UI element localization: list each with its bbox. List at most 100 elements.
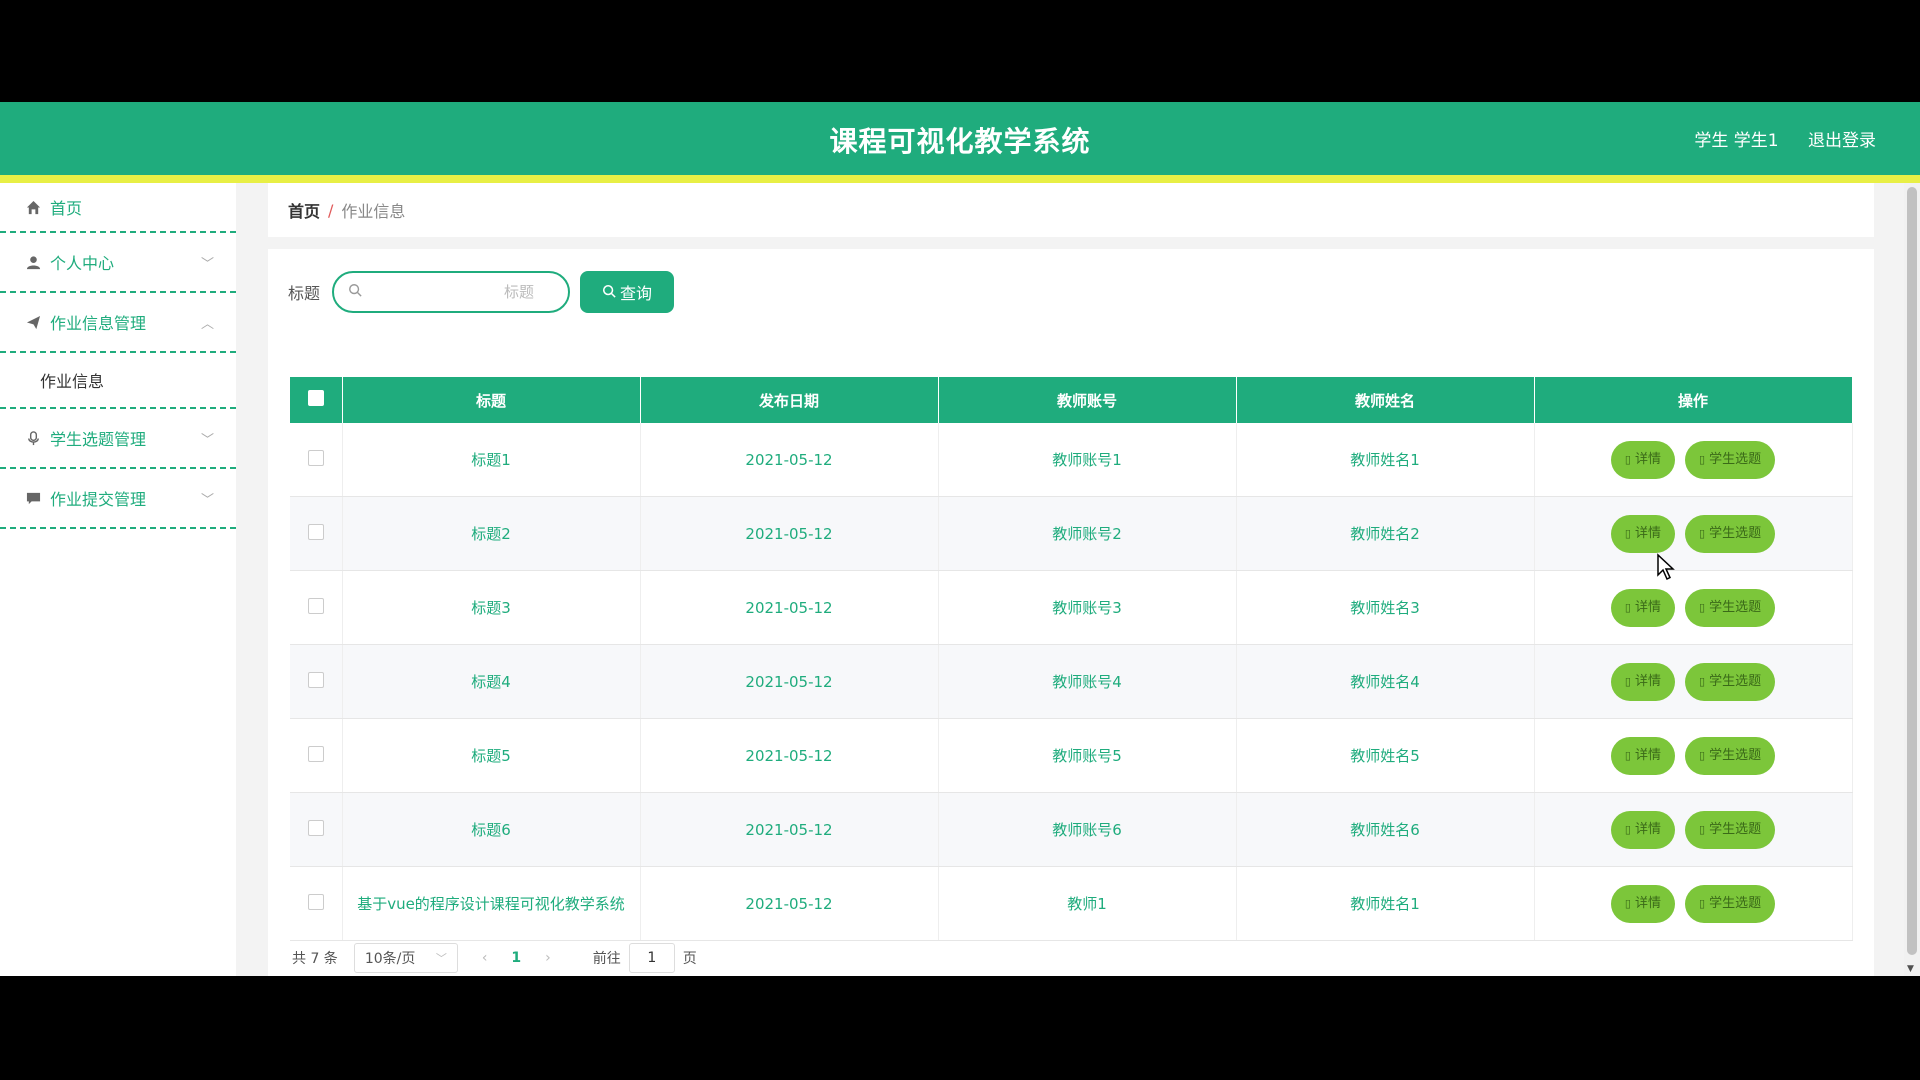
detail-button-label: 详情	[1634, 451, 1661, 467]
select-all-checkbox[interactable]	[307, 390, 324, 406]
teacher-account-cell: 教师账号2	[938, 496, 1237, 571]
actions-cell: ▯ 详情 ▯ 学生选题	[1534, 496, 1853, 571]
date-cell: 2021-05-12	[640, 570, 939, 645]
student-topic-button[interactable]: ▯ 学生选题	[1685, 514, 1776, 553]
detail-button[interactable]: ▯ 详情	[1610, 514, 1675, 553]
sidebar-subitem-homework-info[interactable]: 作业信息	[0, 353, 236, 409]
title-cell: 标题2	[342, 496, 641, 571]
scrollbar[interactable]: ▼	[1904, 183, 1920, 976]
column-header[interactable]: 教师姓名	[1236, 377, 1535, 423]
teacher-name-cell: 教师姓名4	[1236, 644, 1535, 719]
search-icon	[348, 283, 362, 301]
breadcrumb-home[interactable]: 首页	[288, 198, 320, 222]
query-button-label: 查询	[620, 284, 653, 303]
actions-cell: ▯ 详情 ▯ 学生选题	[1534, 866, 1853, 941]
row-checkbox[interactable]	[307, 819, 324, 836]
scrollbar-thumb[interactable]	[1907, 187, 1917, 955]
detail-button[interactable]: ▯ 详情	[1610, 440, 1675, 479]
detail-button[interactable]: ▯ 详情	[1610, 884, 1675, 923]
sidebar-item-label: 作业提交管理	[50, 490, 147, 509]
column-header[interactable]: 标题	[342, 377, 641, 423]
teacher-name-cell: 教师姓名6	[1236, 792, 1535, 867]
detail-button[interactable]: ▯ 详情	[1610, 736, 1675, 775]
search-input[interactable]	[362, 282, 537, 302]
student-topic-button-label: 学生选题	[1709, 895, 1762, 911]
user-icon	[24, 253, 42, 271]
student-topic-button[interactable]: ▯ 学生选题	[1685, 736, 1776, 775]
sidebar-item-label: 学生选题管理	[50, 430, 147, 449]
table-row: 标题4 2021-05-12 教师账号4 教师姓名4 ▯ 详情 ▯ 学生选题	[290, 644, 1853, 719]
select-all-cell	[290, 377, 343, 423]
table-row: 标题6 2021-05-12 教师账号6 教师姓名6 ▯ 详情 ▯ 学生选题	[290, 792, 1853, 867]
row-checkbox[interactable]	[307, 671, 324, 688]
query-button[interactable]: 查询	[580, 271, 675, 313]
row-checkbox[interactable]	[307, 449, 324, 466]
student-topic-button-label: 学生选题	[1709, 599, 1762, 615]
date-cell: 2021-05-12	[640, 644, 939, 719]
actions-cell: ▯ 详情 ▯ 学生选题	[1534, 570, 1853, 645]
student-topic-button[interactable]: ▯ 学生选题	[1685, 440, 1776, 479]
sidebar-item-personal-center[interactable]: 个人中心 ﹀	[0, 233, 236, 293]
teacher-account-cell: 教师账号3	[938, 570, 1237, 645]
date-cell: 2021-05-12	[640, 792, 939, 867]
column-header[interactable]: 教师账号	[938, 377, 1237, 423]
logout-link[interactable]: 退出登录	[1808, 131, 1876, 151]
sidebar-item-home[interactable]: 首页	[0, 183, 236, 233]
current-user: 学生 学生1	[1694, 131, 1779, 151]
sidebar-item-label: 个人中心	[50, 254, 115, 273]
student-topic-button-label: 学生选题	[1709, 821, 1762, 837]
detail-button-label: 详情	[1634, 599, 1661, 615]
row-checkbox[interactable]	[307, 745, 324, 762]
detail-button[interactable]: ▯ 详情	[1610, 810, 1675, 849]
document-icon: ▯	[1624, 452, 1631, 466]
row-checkbox-cell	[290, 423, 343, 497]
student-topic-button[interactable]: ▯ 学生选题	[1685, 662, 1776, 701]
date-cell: 2021-05-12	[640, 423, 939, 497]
breadcrumb-separator: /	[328, 200, 334, 220]
document-icon: ▯	[1699, 896, 1706, 910]
student-topic-button[interactable]: ▯ 学生选题	[1685, 810, 1776, 849]
row-checkbox-cell	[290, 792, 343, 867]
sidebar-item-submission-management[interactable]: 作业提交管理 ﹀	[0, 469, 236, 529]
scroll-down-arrow-icon[interactable]: ▼	[1907, 964, 1914, 974]
document-icon: ▯	[1624, 674, 1631, 688]
chevron-down-icon: ﹀	[200, 257, 214, 272]
student-topic-button-label: 学生选题	[1709, 525, 1762, 541]
page-number[interactable]: 1	[511, 950, 521, 966]
document-icon: ▯	[1699, 748, 1706, 762]
sidebar-item-homework-management[interactable]: 作业信息管理 ︿	[0, 293, 236, 353]
row-checkbox[interactable]	[307, 893, 324, 910]
search-icon	[602, 283, 616, 302]
detail-button[interactable]: ▯ 详情	[1610, 662, 1675, 701]
table-row: 基于vue的程序设计课程可视化教学系统 2021-05-12 教师1 教师姓名1 ▯ 详情…	[290, 866, 1853, 941]
detail-button[interactable]: ▯ 详情	[1610, 588, 1675, 627]
document-icon: ▯	[1699, 600, 1706, 614]
sidebar-item-topic-management[interactable]: 学生选题管理 ﹀	[0, 409, 236, 469]
search-row: 标题 查询	[288, 271, 675, 313]
sidebar-item-label: 作业信息管理	[50, 314, 147, 333]
document-icon: ▯	[1699, 822, 1706, 836]
student-topic-button-label: 学生选题	[1709, 673, 1762, 689]
teacher-account-cell: 教师账号1	[938, 423, 1237, 497]
row-checkbox[interactable]	[307, 523, 324, 540]
title-cell: 基于vue的程序设计课程可视化教学系统	[342, 866, 641, 941]
next-page-button[interactable]: ›	[545, 950, 551, 966]
prev-page-button[interactable]: ‹	[482, 950, 488, 966]
teacher-account-cell: 教师账号5	[938, 718, 1237, 793]
date-cell: 2021-05-12	[640, 496, 939, 571]
page-size-select[interactable]: 10条/页 ﹀	[353, 943, 458, 973]
row-checkbox[interactable]	[307, 597, 324, 614]
row-checkbox-cell	[290, 644, 343, 719]
column-header[interactable]: 发布日期	[640, 377, 939, 423]
row-checkbox-cell	[290, 866, 343, 941]
detail-button-label: 详情	[1634, 895, 1661, 911]
student-topic-button[interactable]: ▯ 学生选题	[1685, 588, 1776, 627]
student-topic-button[interactable]: ▯ 学生选题	[1685, 884, 1776, 923]
search-label: 标题	[288, 284, 321, 303]
app-window: 课程可视化教学系统 学生 学生1 退出登录 首页 个人中心 ﹀ 作业信息管理 ︿	[0, 102, 1920, 976]
goto-page-input[interactable]	[628, 943, 675, 973]
date-cell: 2021-05-12	[640, 718, 939, 793]
chevron-up-icon: ︿	[200, 317, 214, 332]
chat-icon	[24, 489, 42, 507]
sidebar: 首页 个人中心 ﹀ 作业信息管理 ︿ 作业信息 学生选题管理 ﹀ 作业提交管理 …	[0, 183, 236, 976]
